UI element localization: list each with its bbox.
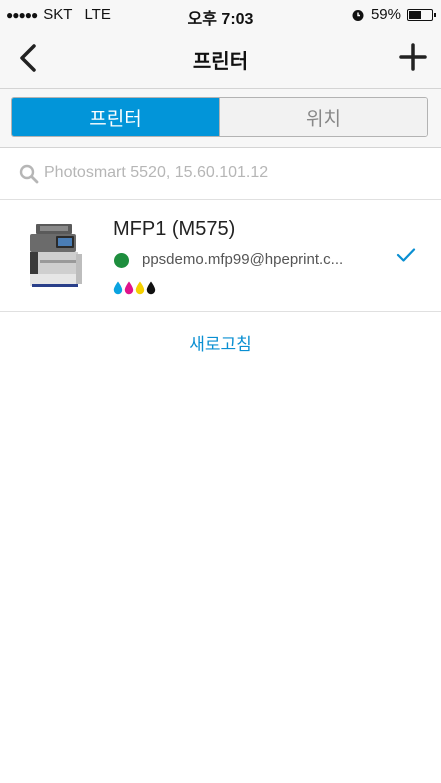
printer-status-dot <box>114 253 129 268</box>
battery-percent: 59% <box>370 6 401 23</box>
printer-name: MFP1 (M575) <box>113 218 236 240</box>
checkmark-icon <box>396 248 416 262</box>
printer-thumbnail <box>30 224 82 287</box>
search-bar[interactable]: Photosmart 5520, 15.60.101.12 <box>0 149 441 200</box>
add-printer-plus-icon[interactable] <box>399 43 427 71</box>
printer-list-item[interactable]: MFP1 (M575) ppsdemo.mfp99@hpeprint.c... <box>0 200 441 312</box>
segment-printers[interactable]: 프린터 <box>12 98 219 136</box>
page-title: 프린터 <box>192 51 249 73</box>
printer-email: ppsdemo.mfp99@hpeprint.c... <box>142 251 344 268</box>
yellow-ink-icon <box>135 281 145 295</box>
navigation-bar: 프린터 <box>0 30 441 88</box>
refresh-link[interactable]: 새로고침 <box>0 330 441 355</box>
search-icon <box>19 164 39 184</box>
status-bar: ●●●●● SKT LTE 오후 7:03 59% <box>0 0 441 30</box>
segment-bar: 프린터 위치 <box>0 89 441 148</box>
black-ink-icon <box>146 281 156 295</box>
segmented-control: 프린터 위치 <box>11 97 428 137</box>
magenta-ink-icon <box>124 281 134 295</box>
segment-location[interactable]: 위치 <box>219 98 427 136</box>
alarm-icon <box>352 9 364 21</box>
ink-levels <box>113 281 156 295</box>
search-placeholder: Photosmart 5520, 15.60.101.12 <box>44 164 269 181</box>
top-bar: ●●●●● SKT LTE 오후 7:03 59% 프린터 <box>0 0 441 89</box>
cyan-ink-icon <box>113 281 123 295</box>
battery-icon <box>407 8 436 21</box>
